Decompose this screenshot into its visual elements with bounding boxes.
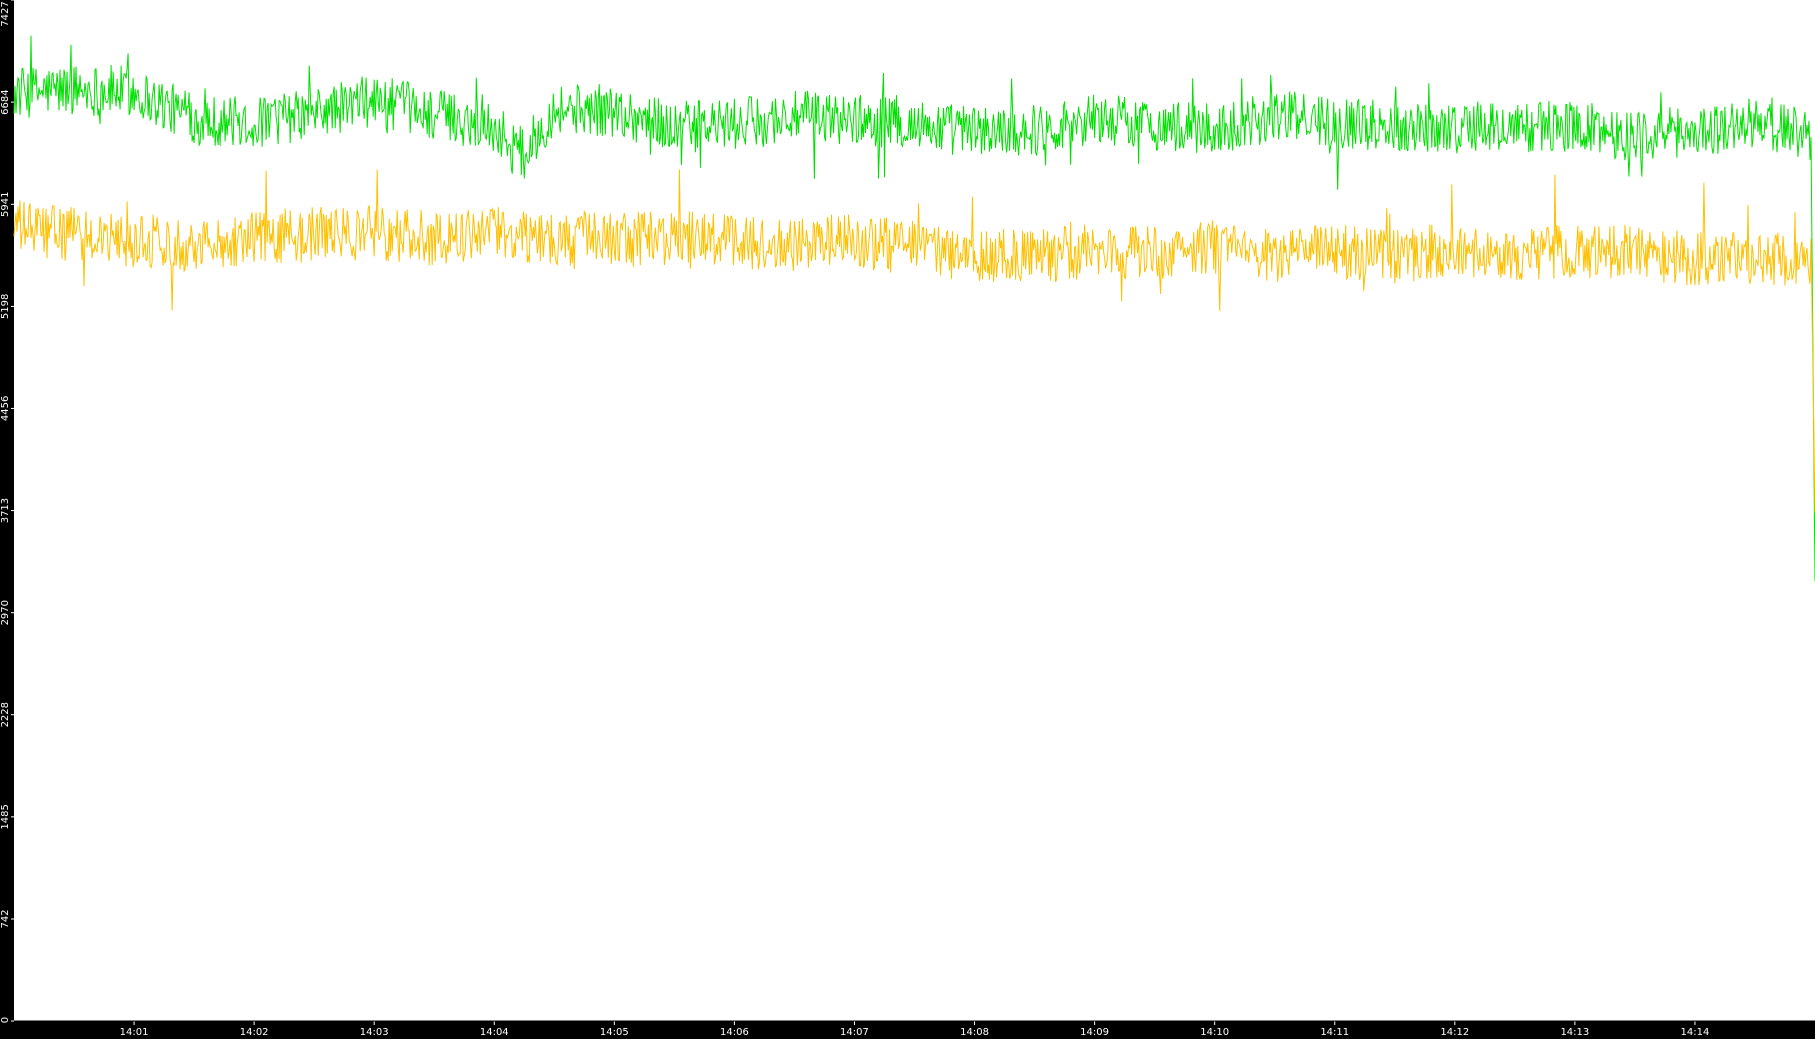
y-tick-label: 742 [0, 909, 11, 928]
y-tick-label: 6684 [0, 89, 11, 114]
y-tick-label: 2970 [0, 600, 11, 625]
y-tick-label: 5941 [0, 192, 11, 217]
x-tick-label: 14:03 [360, 1027, 389, 1038]
x-tick-label: 14:04 [480, 1027, 509, 1038]
x-tick-label: 14:05 [600, 1027, 629, 1038]
x-tick-label: 14:10 [1200, 1027, 1229, 1038]
x-tick-label: 14:07 [840, 1027, 869, 1038]
x-tick-label: 14:11 [1320, 1027, 1349, 1038]
x-tick-label: 14:09 [1080, 1027, 1109, 1038]
x-tick-label: 14:13 [1560, 1027, 1589, 1038]
x-tick-label: 14:02 [240, 1027, 269, 1038]
x-tick-label: 14:01 [120, 1027, 149, 1038]
y-axis-ticks: 0 742 1485 2228 2970 3713 4456 5198 5941 6684 7427 [0, 0, 14, 1023]
y-tick-label: 4456 [0, 396, 11, 421]
y-tick-label: 3713 [0, 498, 11, 523]
chart-area: 0 742 1485 2228 2970 3713 4456 5198 5941 6684 7427… [0, 0, 1815, 1039]
x-tick-label: 14:12 [1440, 1027, 1469, 1038]
y-tick-label: 0 [0, 1017, 11, 1023]
x-tick-label: 14:14 [1681, 1027, 1710, 1038]
y-tick-label: 7427 [0, 1, 11, 26]
y-tick-label: 2228 [0, 702, 11, 727]
x-tick-label: 14:08 [960, 1027, 989, 1038]
y-tick-label: 5198 [0, 294, 11, 319]
y-tick-label: 1485 [0, 804, 11, 829]
time-series-chart: 0 742 1485 2228 2970 3713 4456 5198 5941 6684 7427… [0, 0, 1815, 1038]
x-axis-ticks: 14:01 14:02 14:03 14:04 14:05 14:06 14:07 14:08… [120, 1021, 1710, 1038]
x-tick-label: 14:06 [720, 1027, 749, 1038]
plot-background [14, 0, 1815, 1021]
